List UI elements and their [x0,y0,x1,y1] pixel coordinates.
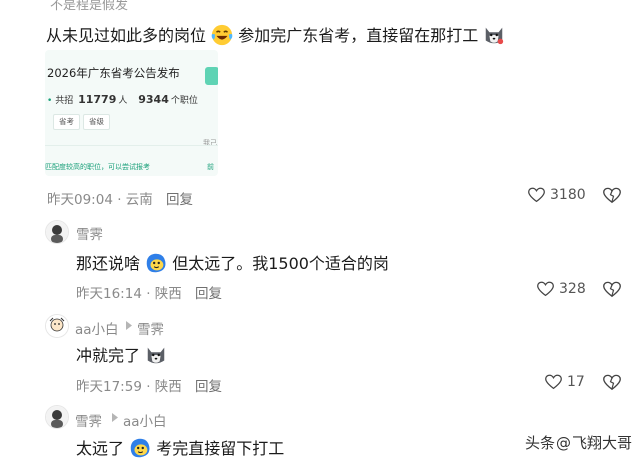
avatar-image [46,315,68,337]
avatar[interactable] [45,220,69,244]
embedded-image-card[interactable]: 2026年广东省考公告发布 • 共招 11779人 9344个职位 270个 省… [45,50,218,176]
comment-text: 冲就完了 [76,342,167,366]
card-stat-jobs: 9344 [138,93,169,106]
comment-meta: 昨天17:59 · 陕西 [76,379,182,395]
reply-arrow-icon [112,413,118,422]
comment-reply-to[interactable]: 雪霁 [137,318,164,338]
card-stats: • 共招 11779人 9344个职位 270个 [47,93,198,106]
comment-like-button[interactable]: 17 [545,374,585,390]
comment-username[interactable]: 雪霁 [76,223,103,243]
avatar[interactable] [45,314,69,338]
comment-meta: 昨天16:14 · 陕西 [76,286,182,302]
dislike-icon[interactable] [603,281,621,298]
post-like-button[interactable]: 3180 [528,187,586,203]
comment-reply-button[interactable]: 回复 [195,282,222,302]
comment-text: 那还说啥 但太远了。我1500个适合的岗 [76,250,389,274]
card-title: 2026年广东省考公告发布 [47,66,180,80]
post-meta: 昨天09:04 · 云南 [47,192,153,208]
post-like-count: 3180 [550,187,586,203]
comment-text-part2: 但太远了。我1500个适合的岗 [172,254,389,273]
husky-emoji [486,27,504,45]
reply-arrow-icon [126,321,132,330]
avatar[interactable] [45,405,69,429]
comment-reply-button[interactable]: 回复 [195,375,222,395]
watermark-at: @ [555,433,571,452]
avatar-image [46,221,68,243]
dislike-icon[interactable] [603,374,621,391]
comment-text-part1: 太远了 [76,439,125,458]
card-tag-provincial-level: 省级 [83,114,110,130]
card-divider [45,145,218,146]
laugh-cry-emoji [211,24,233,46]
comment-like-button[interactable]: 328 [537,281,586,297]
post-reply-button[interactable]: 回复 [166,188,193,208]
post-text-part2: 参加完广东省考，直接留在那打工 [238,26,479,45]
card-side-footer: 前 [207,163,214,171]
avatar-image [46,406,68,428]
watermark: 头条 @ 飞翔大哥 [525,432,632,453]
heart-icon [537,281,554,297]
heart-icon [545,374,562,390]
card-stat-prefix: 共招 [55,96,74,106]
heart-icon [528,187,545,203]
card-stat-people-unit: 人 [118,96,128,106]
blue-blob-emoji [130,438,150,458]
blue-blob-emoji [146,253,166,273]
comment-text-part1: 那还说啥 [76,254,141,273]
card-green-tab [205,67,218,85]
comment-text-part2: 考完直接留下打工 [156,439,285,458]
card-side-text: 我己 [203,139,217,147]
dislike-icon[interactable] [603,187,621,204]
card-tag-provincial-exam: 省考 [53,114,80,130]
post-text: 从未见过如此多的岗位 参加完广东省考，直接留在那打工 [46,22,505,46]
post-text-part1: 从未见过如此多的岗位 [46,26,207,45]
comment-username[interactable]: aa小白 [75,318,119,338]
comment-like-count: 328 [559,281,586,297]
card-footer-text: 匹配度较高的职位，可以尝试报考 [45,163,150,171]
card-stat-jobs-unit: 个职位 [170,96,198,106]
watermark-name: 飞翔大哥 [571,434,632,452]
comment-text: 太远了 考完直接留下打工 [76,435,284,459]
top-cut-text: 不是程是假发 [50,0,129,13]
comment-text-part1: 冲就完了 [76,346,141,365]
comment-like-count: 17 [567,374,585,390]
comment-username[interactable]: 雪霁 [75,410,102,430]
watermark-prefix: 头条 [524,434,555,452]
comment-reply-to[interactable]: aa小白 [123,410,167,430]
husky-emoji [147,347,165,364]
card-stat-people: 11779 [78,93,117,106]
